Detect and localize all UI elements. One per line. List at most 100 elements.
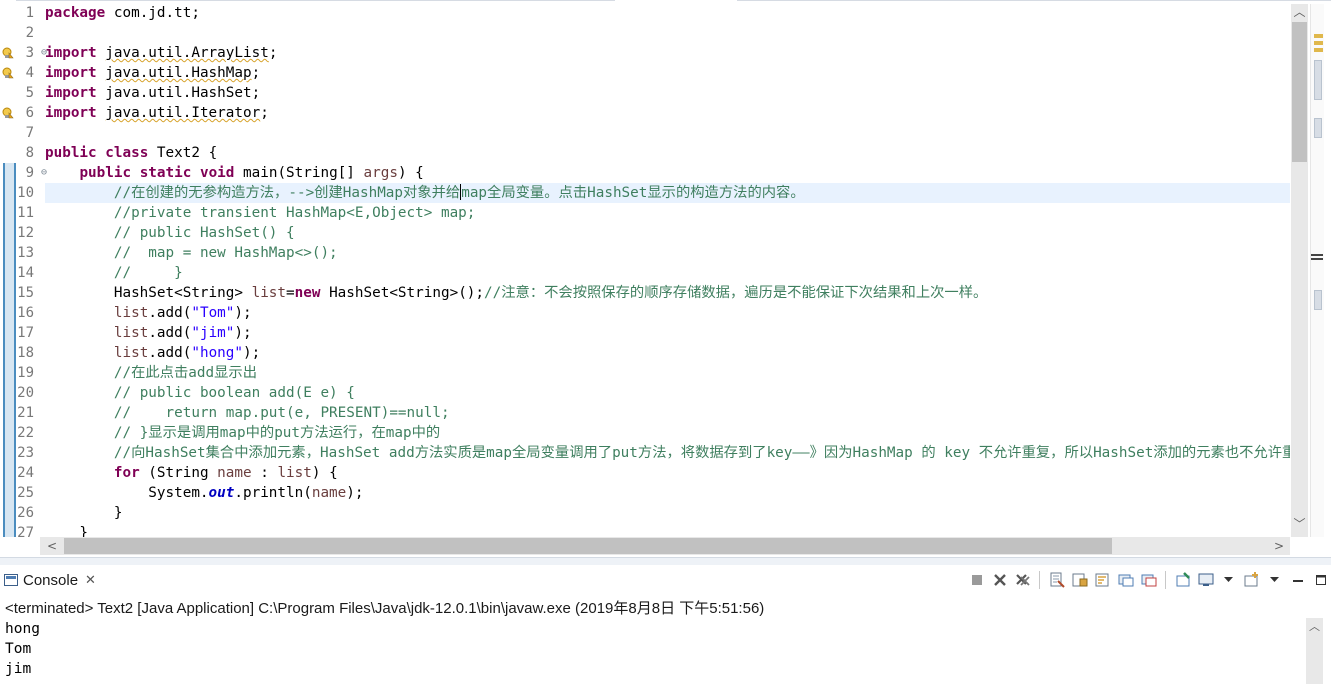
show-on-stdout-icon[interactable] — [1117, 572, 1134, 589]
code-token: } — [45, 525, 89, 537]
code-line[interactable]: list.add("jim"); — [45, 323, 1290, 343]
maximize-icon[interactable] — [1312, 572, 1329, 589]
scroll-down-arrow-icon[interactable]: ﹀ — [1291, 516, 1308, 533]
display-console-dropdown-icon[interactable] — [1220, 572, 1237, 589]
line-number[interactable]: 2 — [0, 23, 40, 43]
scroll-up-arrow-icon[interactable]: ︿ — [1291, 4, 1308, 21]
console-output[interactable]: hong Tom jim — [5, 619, 40, 679]
line-number[interactable]: 5 — [0, 83, 40, 103]
code-line[interactable]: //private transient HashMap<E,Object> ma… — [45, 203, 1290, 223]
code-line[interactable] — [45, 123, 1290, 143]
current-code-line[interactable]: //在创建的无参构造方法，-->创建HashMap对象并给map全局变量。点击H… — [45, 183, 1290, 203]
open-console-dropdown-icon[interactable] — [1266, 572, 1283, 589]
code-line[interactable]: import java.util.ArrayList; — [45, 43, 1290, 63]
line-number[interactable]: 11 — [0, 203, 40, 223]
line-number[interactable]: 16 — [0, 303, 40, 323]
line-number[interactable]: 26 — [0, 503, 40, 523]
display-console-icon[interactable] — [1197, 572, 1214, 589]
code-line[interactable]: // map = new HashMap<>(); — [45, 243, 1290, 263]
scroll-right-arrow-icon[interactable]: > — [1271, 537, 1287, 555]
code-line[interactable]: //在此点击add显示出 — [45, 363, 1290, 383]
code-line[interactable]: } — [45, 523, 1290, 537]
code-line[interactable]: list.add("hong"); — [45, 343, 1290, 363]
line-number[interactable]: 27 — [0, 523, 40, 543]
show-on-stderr-icon[interactable] — [1140, 572, 1157, 589]
overview-range-indicator — [1314, 118, 1322, 138]
tab-console[interactable]: Console ✕ — [4, 568, 96, 592]
terminate-icon[interactable] — [968, 572, 985, 589]
line-number[interactable]: 6 — [0, 103, 40, 123]
warning-lightbulb-icon[interactable] — [2, 47, 14, 59]
code-line[interactable]: public class Text2 { — [45, 143, 1290, 163]
remove-all-terminated-icon[interactable] — [1014, 572, 1031, 589]
overview-warning-marker[interactable] — [1314, 41, 1323, 45]
remove-launch-icon[interactable] — [991, 572, 1008, 589]
line-number[interactable]: 17 — [0, 323, 40, 343]
console-toolbar — [968, 568, 1329, 592]
line-number[interactable]: 19 — [0, 363, 40, 383]
code-line[interactable]: // return map.put(e, PRESENT)==null; — [45, 403, 1290, 423]
minimize-icon[interactable] — [1289, 572, 1306, 589]
line-number-label: 9 — [25, 165, 34, 181]
code-line[interactable]: package com.jd.tt; — [45, 3, 1290, 23]
code-line[interactable] — [45, 23, 1290, 43]
code-line[interactable]: //向HashSet集合中添加元素，HashSet add方法实质是map全局变… — [45, 443, 1290, 463]
view-sash[interactable] — [0, 557, 1331, 565]
code-line[interactable]: // public HashSet() { — [45, 223, 1290, 243]
code-line[interactable]: for (String name : list) { — [45, 463, 1290, 483]
code-line[interactable]: list.add("Tom"); — [45, 303, 1290, 323]
editor-horizontal-scroll-thumb[interactable] — [64, 538, 1112, 554]
line-number[interactable]: 21 — [0, 403, 40, 423]
line-number[interactable]: 20 — [0, 383, 40, 403]
code-line[interactable]: HashSet<String> list=new HashSet<String>… — [45, 283, 1290, 303]
line-number[interactable]: 25 — [0, 483, 40, 503]
scroll-lock-icon[interactable] — [1071, 572, 1088, 589]
scroll-left-arrow-icon[interactable]: < — [44, 537, 60, 555]
overview-warning-marker[interactable] — [1314, 48, 1323, 52]
close-icon[interactable]: ✕ — [85, 573, 96, 588]
line-number[interactable]: 23 — [0, 443, 40, 463]
line-number[interactable]: 13 — [0, 243, 40, 263]
editor-vertical-scroll-thumb[interactable] — [1292, 22, 1307, 162]
code-line[interactable]: import java.util.HashMap; — [45, 63, 1290, 83]
line-number[interactable]: 24 — [0, 463, 40, 483]
code-line[interactable]: import java.util.Iterator; — [45, 103, 1290, 123]
warning-lightbulb-icon[interactable] — [2, 67, 14, 79]
code-line[interactable]: // public boolean add(E e) { — [45, 383, 1290, 403]
word-wrap-icon[interactable] — [1094, 572, 1111, 589]
code-line[interactable]: } — [45, 503, 1290, 523]
line-number[interactable]: 4 — [0, 63, 40, 83]
scroll-up-arrow-icon[interactable]: ︿ — [1306, 620, 1323, 634]
overview-warning-marker[interactable] — [1314, 34, 1323, 38]
code-line[interactable]: import java.util.HashSet; — [45, 83, 1290, 103]
code-token: ); — [243, 345, 261, 361]
overview-occurrence-marker[interactable] — [1311, 254, 1323, 260]
code-line[interactable]: public static void main(String[] args) { — [45, 163, 1290, 183]
code-line[interactable]: System.out.println(name); — [45, 483, 1290, 503]
code-token: : — [251, 465, 278, 481]
line-number[interactable]: 18 — [0, 343, 40, 363]
line-number[interactable]: 1 — [0, 3, 40, 23]
clear-console-icon[interactable] — [1048, 572, 1065, 589]
pin-console-icon[interactable] — [1174, 572, 1191, 589]
code-line[interactable]: // }显示是调用map中的put方法运行，在map中的 — [45, 423, 1290, 443]
code-token: ); — [346, 485, 364, 501]
line-number[interactable]: 7 — [0, 123, 40, 143]
code-token: .add( — [148, 345, 192, 361]
line-number[interactable]: 15 — [0, 283, 40, 303]
line-number[interactable]: 8 — [0, 143, 40, 163]
line-number[interactable]: 10 — [0, 183, 40, 203]
console-view: Console ✕ <terminated> Text2 [Java Appli… — [0, 565, 1331, 684]
line-number[interactable]: 12 — [0, 223, 40, 243]
code-line[interactable]: // } — [45, 263, 1290, 283]
line-number[interactable]: 22 — [0, 423, 40, 443]
open-console-icon[interactable] — [1243, 572, 1260, 589]
code-area[interactable]: package com.jd.tt; import java.util.Array… — [45, 3, 1290, 537]
line-number[interactable]: 14 — [0, 263, 40, 283]
java-editor[interactable]: 1 2 3 ⊖ 4 5 6 7 8 9 ⊖ 10 11 12 13 14 15 16 17 18 19 20 21 22 23 2… — [0, 0, 1331, 557]
line-number[interactable]: 9 ⊖ — [0, 163, 47, 183]
line-number[interactable]: 3 ⊖ — [0, 43, 47, 63]
warning-lightbulb-icon[interactable] — [2, 107, 14, 119]
